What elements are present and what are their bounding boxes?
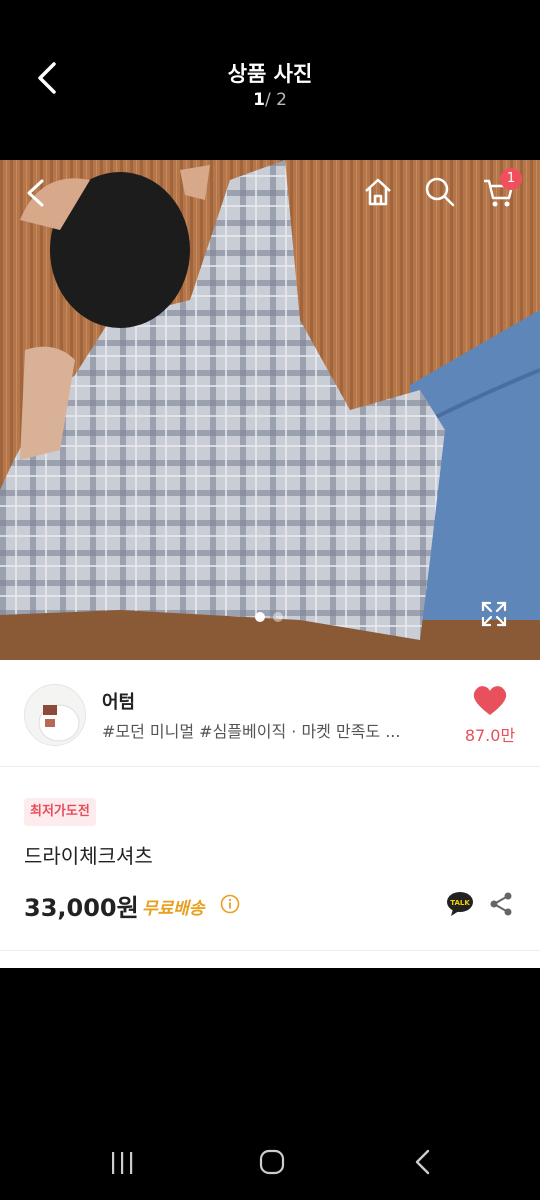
indicator-dot-active xyxy=(255,612,265,622)
product-info-card: 어텀 #모던 미니멀 #심플베이직 · 마켓 만족도 ... 87.0만 최저가… xyxy=(0,660,540,968)
photo-pager: 1/ 2 xyxy=(0,90,540,110)
page-title: 상품 사진 xyxy=(227,62,313,86)
cart-count-badge: 1 xyxy=(500,168,522,190)
pager-total: / 2 xyxy=(264,90,287,110)
divider xyxy=(0,766,540,767)
recent-apps-icon[interactable] xyxy=(102,1148,142,1178)
store-avatar[interactable] xyxy=(24,684,86,746)
free-shipping-label: 무료배송 xyxy=(142,899,205,919)
home-nav-icon[interactable] xyxy=(252,1148,292,1178)
talk-label: TALK xyxy=(450,899,470,907)
home-icon[interactable] xyxy=(362,176,394,208)
kakao-talk-icon[interactable]: TALK xyxy=(446,891,474,917)
share-icon[interactable] xyxy=(488,891,514,917)
product-image xyxy=(0,160,540,660)
info-icon[interactable] xyxy=(220,894,240,914)
search-icon[interactable] xyxy=(424,176,456,208)
top-bar: 상품 사진 1/ 2 xyxy=(0,0,540,160)
product-name: 드라이체크셔츠 xyxy=(24,844,153,868)
product-photo[interactable]: 1 xyxy=(0,160,540,660)
like-count: 87.0만 xyxy=(464,726,516,745)
store-tags: #모던 미니멀 #심플베이직 · 마켓 만족도 ... xyxy=(102,722,401,741)
heart-icon[interactable] xyxy=(472,684,508,716)
indicator-dot xyxy=(273,612,283,622)
photo-back-icon[interactable] xyxy=(22,178,52,208)
system-nav-bar xyxy=(0,1120,540,1200)
pager-current: 1 xyxy=(253,90,265,110)
divider xyxy=(0,950,540,951)
lowest-price-badge: 최저가도전 xyxy=(24,798,96,826)
fullscreen-icon[interactable] xyxy=(480,600,508,628)
store-name[interactable]: 어텀 xyxy=(102,688,135,714)
back-nav-icon[interactable] xyxy=(404,1148,444,1178)
product-price: 33,000원 xyxy=(24,894,139,922)
